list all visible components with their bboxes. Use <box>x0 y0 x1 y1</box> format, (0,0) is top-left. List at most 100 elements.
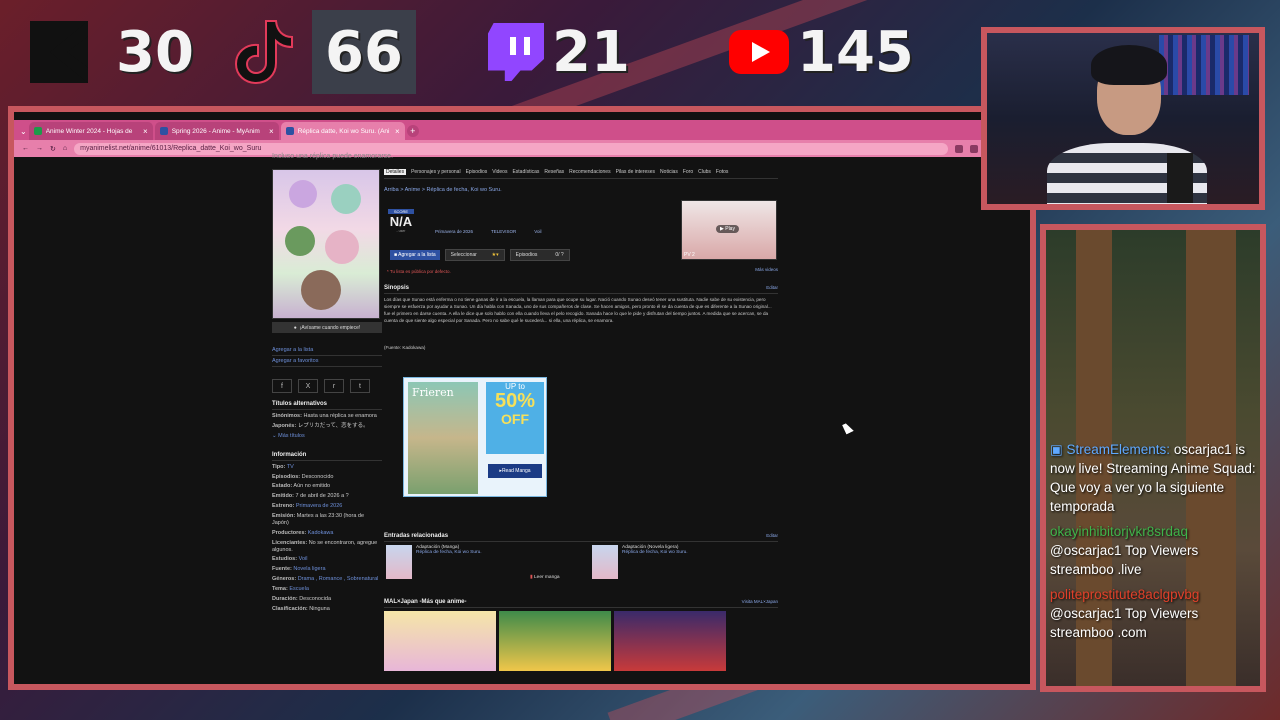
kick-counter: 30 <box>30 10 194 94</box>
subnav-item[interactable]: Personajes y personal <box>411 169 460 175</box>
close-tab-icon[interactable]: × <box>269 127 274 136</box>
anime-tagline: Incluso una réplica puede enamorarse. <box>272 153 394 160</box>
type-link[interactable]: TELEVISOR <box>491 229 516 234</box>
related-item[interactable]: Adaptación (Novela ligera) Réplica de fe… <box>592 545 688 579</box>
subnav-item[interactable]: Clubs <box>698 169 711 175</box>
score-select[interactable]: Seleccionar ★▾ <box>444 249 505 261</box>
x-icon[interactable]: X <box>298 379 318 393</box>
notify-button[interactable]: ● ¡Avísame cuando empiece! <box>272 322 382 333</box>
youtube-counter: 145 <box>729 10 914 94</box>
edit-link[interactable]: Editar <box>766 533 778 538</box>
season-link[interactable]: Primavera de 2026 <box>435 229 473 234</box>
public-list-note: * Tu lista es pública por defecto. <box>387 269 451 274</box>
ad-read-button[interactable]: ▸ Read Manga <box>488 464 542 478</box>
malx-card[interactable] <box>384 611 496 671</box>
info-row: Tipo: TV <box>272 463 294 470</box>
read-manga-link[interactable]: ▮ Leer manga <box>530 575 560 580</box>
malx-card[interactable] <box>614 611 726 671</box>
microphone <box>1167 153 1193 203</box>
subnav-item[interactable]: Fotos <box>716 169 729 175</box>
alt-titles-heading: Títulos alternativos <box>272 401 382 410</box>
chat-panel: ▣ StreamElements: oscarjac1 is now live!… <box>1046 230 1260 686</box>
play-button[interactable]: ▶ Play <box>716 225 739 233</box>
extension-icon[interactable] <box>955 144 963 153</box>
back-icon[interactable]: ← <box>22 145 29 152</box>
anime-poster[interactable] <box>272 169 380 319</box>
more-titles-link[interactable]: ⌄ Más títulos <box>272 433 382 440</box>
address-bar-row: ← → ↻ ⌂ myanimelist.net/anime/61013/Repl… <box>14 140 1030 157</box>
manga-advertisement[interactable]: Frieren UP to 50% OFF ▸ Read Manga <box>403 377 547 497</box>
info-row: Estudios: Voil <box>272 556 308 563</box>
browser-tab[interactable]: Anime Winter 2024 - Hojas de × <box>28 122 153 140</box>
tab-search-icon[interactable]: ⌄ <box>20 127 27 136</box>
chat-text: @oscarjac1 Top Viewers streamboo .live <box>1050 543 1199 577</box>
extension-icon[interactable] <box>970 144 978 153</box>
reddit-icon[interactable]: r <box>324 379 344 393</box>
bell-icon: ● <box>293 324 297 331</box>
info-row: Emisión: Martes a las 23:30 (hora de Jap… <box>272 513 365 526</box>
info-row: Fuente: Novela ligera <box>272 566 326 573</box>
info-row: Productores: Kadokawa <box>272 529 334 536</box>
episodes-counter[interactable]: Episodios 0/ ? <box>509 249 570 261</box>
related-heading: Entradas relacionadas Editar <box>384 533 778 542</box>
info-row: Licenciantes: No se encontraron, agregue… <box>272 539 378 553</box>
browser-tab[interactable]: Spring 2026 - Anime - MyAnim × <box>154 122 279 140</box>
home-icon[interactable]: ⌂ <box>63 145 67 152</box>
subnav-item[interactable]: Foro <box>683 169 693 175</box>
add-to-list-button[interactable]: ■ Agregar a la lista <box>390 250 440 260</box>
add-to-favorites-link[interactable]: Agregar a favoritos <box>272 358 382 367</box>
chat-text: @oscarjac1 Top Viewers streamboo .com <box>1050 606 1199 640</box>
url-input[interactable]: myanimelist.net/anime/61013/Replica_datt… <box>74 142 948 155</box>
browser-window: ⌄ Anime Winter 2024 - Hojas de × Spring … <box>14 112 1030 684</box>
subnav-item[interactable]: Noticias <box>660 169 678 175</box>
related-item[interactable]: Adaptación (Manga) Réplica de fecha, Koi… <box>386 545 482 579</box>
edit-link[interactable]: Editar <box>766 285 778 290</box>
malx-card[interactable] <box>499 611 611 671</box>
chat-username: okayinhibitorjvkr8srdaq <box>1050 524 1189 539</box>
tiktok-count-box: 66 <box>312 10 416 94</box>
add-to-list-link[interactable]: Agregar a la lista <box>272 347 382 356</box>
forward-icon[interactable]: → <box>36 145 43 152</box>
information-list: Tipo: TV Episodios: Desconocido Estado: … <box>272 464 382 613</box>
promo-video-thumbnail[interactable]: ▶ Play PV 2 <box>681 200 777 260</box>
subnav-item[interactable]: Detalles <box>384 169 407 175</box>
subnav-item[interactable]: Reseñas <box>544 169 564 175</box>
close-tab-icon[interactable]: × <box>143 127 148 136</box>
information-heading: Información <box>272 452 382 461</box>
related-thumbnail <box>386 545 412 579</box>
breadcrumb[interactable]: Arriba > Anime > Réplica de fecha, Koi w… <box>384 187 778 193</box>
info-row: Episodios: Desconocido <box>272 473 334 480</box>
studio-link[interactable]: Voil <box>534 229 541 234</box>
chat-messages: ▣ StreamElements: oscarjac1 is now live!… <box>1050 440 1258 648</box>
info-row: Emitido: 7 de abril de 2026 a ? <box>272 493 349 500</box>
subnav-item[interactable]: Estadísticas <box>512 169 539 175</box>
subnav-item[interactable]: Recomendaciones <box>569 169 610 175</box>
info-row: Estreno: Primavera de 2026 <box>272 503 343 510</box>
browser-tab-active[interactable]: Réplica datte, Koi wo Suru. (Ani × <box>280 122 405 140</box>
twitch-counter: 21 <box>488 10 630 94</box>
tumblr-icon[interactable]: t <box>350 379 370 393</box>
score-box: SCORE N/A - user <box>388 209 414 233</box>
chevron-down-icon: ⌄ <box>272 432 277 439</box>
subnav-item[interactable]: Episodios <box>466 169 488 175</box>
facebook-icon[interactable]: f <box>272 379 292 393</box>
new-tab-button[interactable]: + <box>406 125 419 137</box>
subnav-item[interactable]: Videos <box>492 169 507 175</box>
subnav-item[interactable]: Pilas de intereses <box>616 169 655 175</box>
malx-link[interactable]: Visita MAL×Japan <box>742 599 778 604</box>
chat-message: politeprostitute8aclgpvbg @oscarjac1 Top… <box>1050 585 1258 642</box>
main-column: Detalles Personajes y personal Episodios… <box>384 169 778 671</box>
chat-message: okayinhibitorjvkr8srdaq @oscarjac1 Top V… <box>1050 522 1258 579</box>
reload-icon[interactable]: ↻ <box>50 145 56 153</box>
mal-favicon-icon <box>285 127 294 135</box>
star-icon: ★▾ <box>491 252 499 258</box>
more-videos-link[interactable]: Más videos <box>755 267 778 272</box>
info-row: Tema: Escuela <box>272 586 309 592</box>
ad-title: Frieren <box>412 386 454 399</box>
chat-username: politeprostitute8aclgpvbg <box>1050 587 1200 602</box>
kick-count: 30 <box>116 19 194 85</box>
synopsis-text: Los días que Sunao está enferma o no tie… <box>384 297 772 323</box>
close-tab-icon[interactable]: × <box>395 127 400 136</box>
info-row: Duración: Desconocida <box>272 595 331 602</box>
score-value: N/A <box>389 214 413 229</box>
